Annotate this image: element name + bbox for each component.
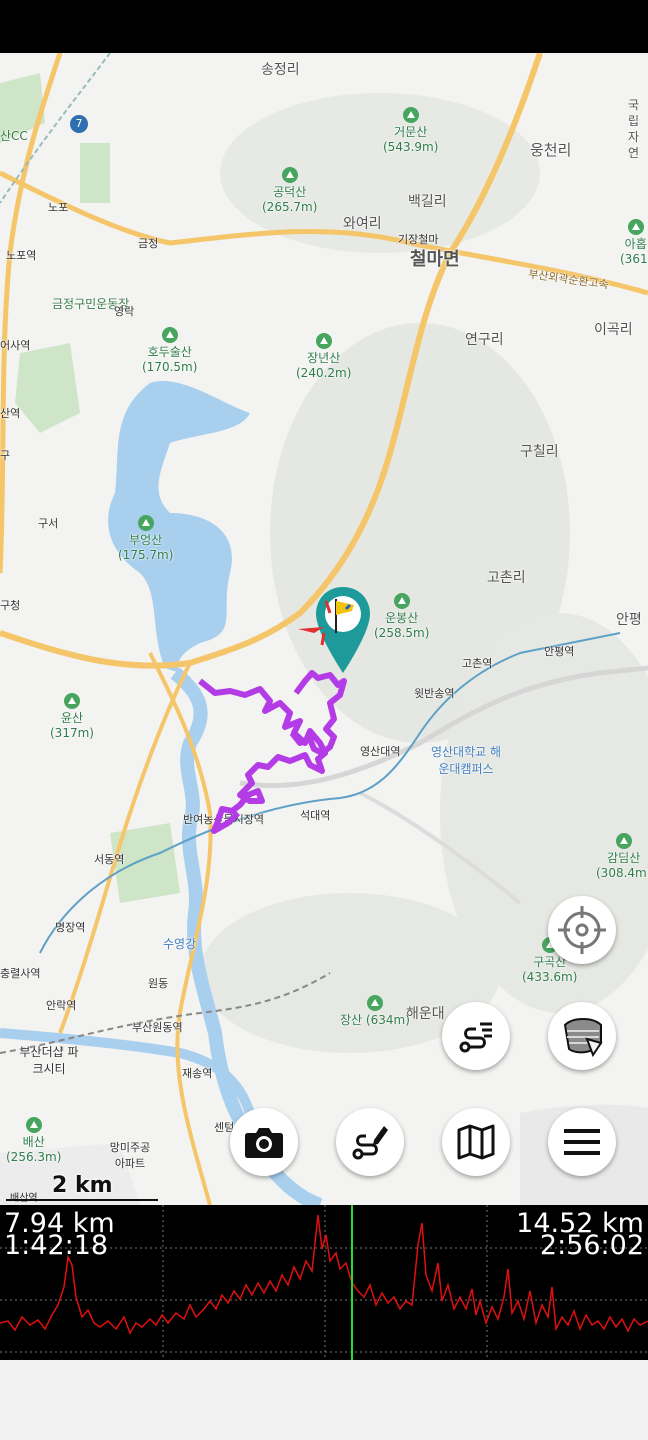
route-list-icon bbox=[459, 1022, 492, 1053]
route-edit-icon bbox=[352, 1126, 388, 1160]
scale-station-label: 배산역 bbox=[10, 1189, 38, 1204]
hamburger-menu-icon bbox=[564, 1129, 600, 1155]
route-list-button[interactable] bbox=[442, 1002, 510, 1070]
status-bar bbox=[0, 0, 648, 53]
map-icon bbox=[457, 1124, 495, 1160]
camera-icon bbox=[245, 1128, 283, 1158]
route-edit-button[interactable] bbox=[336, 1108, 404, 1176]
scale-bar: 배산역 2 km bbox=[6, 1173, 158, 1204]
menu-button[interactable] bbox=[548, 1108, 616, 1176]
camera-button[interactable] bbox=[230, 1108, 298, 1176]
layers-button[interactable] bbox=[548, 1002, 616, 1070]
layers-icon bbox=[563, 1018, 603, 1058]
crosshair-icon bbox=[558, 906, 606, 954]
location-pin-icon[interactable] bbox=[296, 581, 376, 681]
scale-label: 2 km bbox=[52, 1173, 113, 1198]
total-time: 2:56:02 bbox=[539, 1230, 644, 1261]
scale-line bbox=[6, 1199, 158, 1201]
map-button[interactable] bbox=[442, 1108, 510, 1176]
profile-panel[interactable]: 7.94 km 1:42:18 14.52 km 2:56:02 bbox=[0, 1205, 648, 1360]
locate-button[interactable] bbox=[548, 896, 616, 964]
bottom-area bbox=[0, 1360, 648, 1440]
current-time: 1:42:18 bbox=[4, 1230, 109, 1261]
